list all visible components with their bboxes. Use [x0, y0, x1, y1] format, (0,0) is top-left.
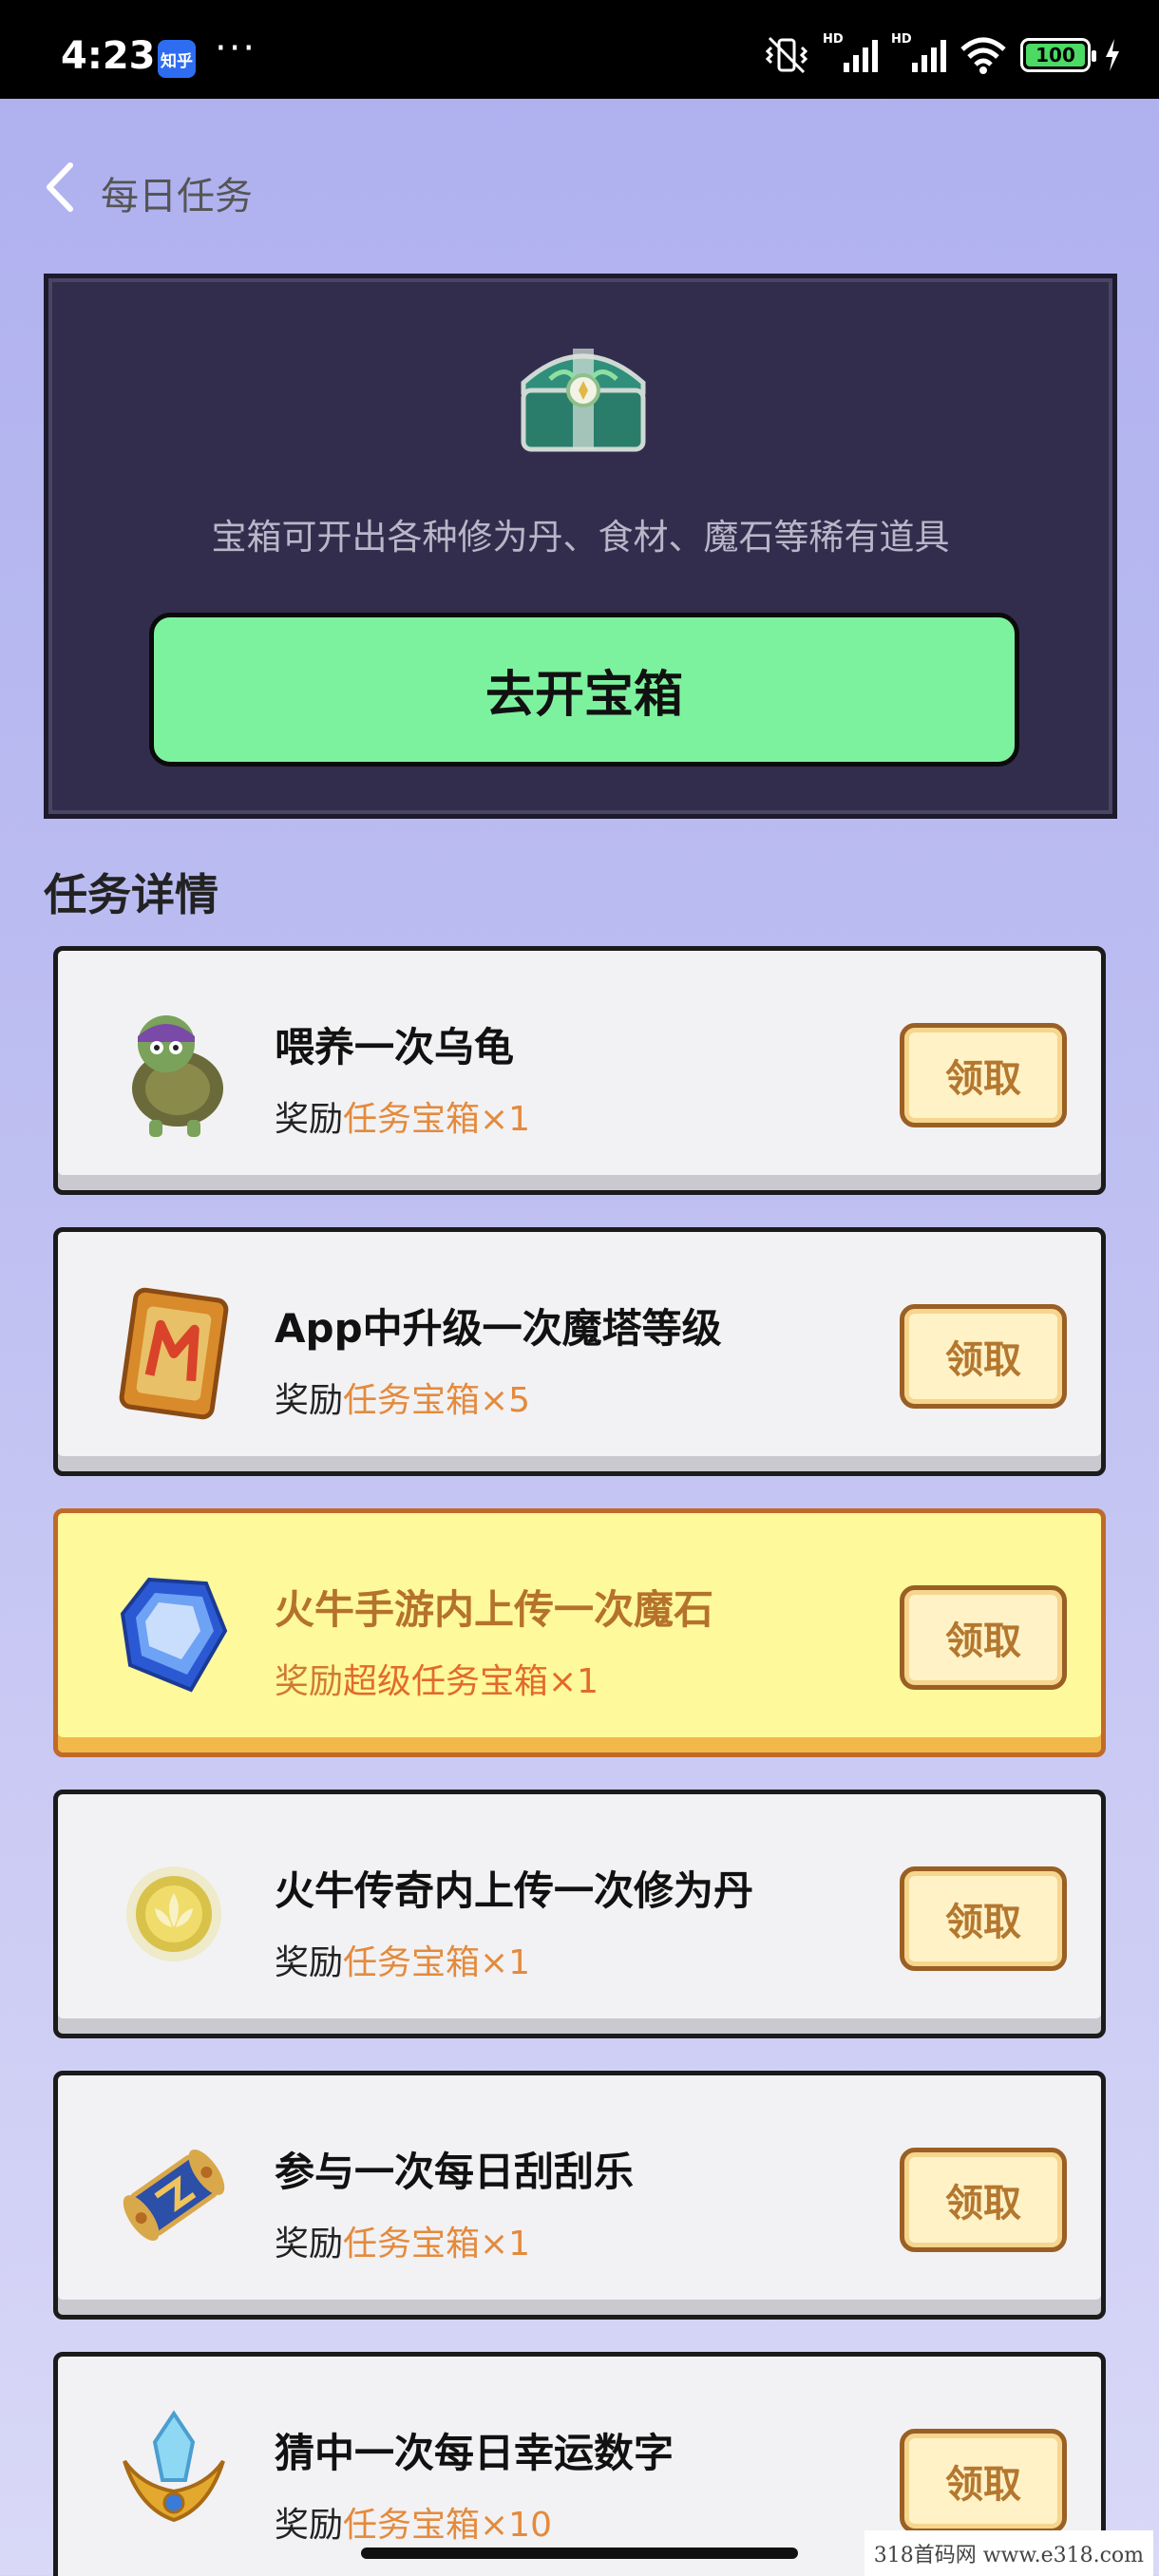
page-title: 每日任务 — [101, 175, 253, 218]
back-arrow-icon[interactable] — [42, 161, 76, 213]
claim-button[interactable]: 领取 — [900, 2429, 1067, 2533]
claim-button[interactable]: 领取 — [900, 2148, 1067, 2252]
task-card-highlighted: 火牛手游内上传一次魔石 奖励超级任务宝箱×1 领取 — [53, 1508, 1106, 1757]
section-title: 任务详情 — [44, 869, 218, 920]
task-reward: 奖励任务宝箱×10 — [275, 2506, 552, 2545]
status-time: 4:23 — [61, 34, 156, 78]
claim-button[interactable]: 领取 — [900, 1866, 1067, 1971]
chest-description: 宝箱可开出各种修为丹、食材、魔石等稀有道具 — [211, 517, 950, 558]
charging-icon — [1106, 39, 1119, 71]
task-reward: 奖励任务宝箱×5 — [275, 1381, 531, 1420]
vibrate-off-icon — [765, 36, 808, 74]
battery-icon: 100 — [1020, 38, 1096, 72]
task-title: 火牛手游内上传一次魔石 — [275, 1586, 714, 1633]
task-card: 火牛传奇内上传一次修为丹 奖励任务宝箱×1 领取 — [53, 1790, 1106, 2038]
claim-button[interactable]: 领取 — [900, 1023, 1067, 1127]
blue-gem-icon — [120, 1577, 228, 1693]
claim-button[interactable]: 领取 — [900, 1304, 1067, 1409]
task-reward: 奖励任务宝箱×1 — [275, 1100, 531, 1139]
task-card: App中升级一次魔塔等级 奖励任务宝箱×5 领取 — [53, 1227, 1106, 1476]
treasure-chest-panel: 宝箱可开出各种修为丹、食材、魔石等稀有道具 去开宝箱 — [44, 274, 1117, 819]
task-reward: 奖励任务宝箱×1 — [275, 1943, 531, 1982]
task-title: 猜中一次每日幸运数字 — [275, 2430, 674, 2476]
task-title: App中升级一次魔塔等级 — [275, 1305, 722, 1352]
claim-button[interactable]: 领取 — [900, 1585, 1067, 1690]
turtle-character-icon — [132, 1015, 223, 1137]
home-indicator[interactable] — [361, 2548, 798, 2559]
task-title: 喂养一次乌龟 — [275, 1024, 515, 1070]
signal-1-icon: HD — [823, 32, 878, 74]
open-chest-button[interactable]: 去开宝箱 — [149, 613, 1019, 767]
task-title: 火牛传奇内上传一次修为丹 — [275, 1867, 754, 1914]
battery-level: 100 — [1036, 44, 1075, 66]
treasure-chest-icon — [521, 349, 646, 452]
task-card: 参与一次每日刮刮乐 奖励任务宝箱×1 领取 — [53, 2071, 1106, 2320]
status-bar: 4:23 知乎 ··· HD HD 100 — [0, 0, 1159, 99]
signal-2-icon: HD — [891, 32, 946, 74]
watermark: 318首码网 www.e318.com — [864, 2530, 1153, 2576]
scroll-icon — [123, 2149, 225, 2242]
task-reward: 奖励超级任务宝箱×1 — [275, 1662, 599, 1701]
task-card: 喂养一次乌龟 奖励任务宝箱×1 领取 — [53, 946, 1106, 1195]
crystal-crown-icon — [123, 2410, 225, 2523]
task-reward: 奖励任务宝箱×1 — [275, 2225, 531, 2263]
status-icons: HD HD 100 — [764, 32, 1121, 76]
task-title: 参与一次每日刮刮乐 — [275, 2149, 635, 2195]
wifi-icon — [960, 37, 1006, 74]
more-notifications-icon: ··· — [215, 27, 257, 70]
zhihu-app-icon: 知乎 — [158, 40, 196, 78]
magic-tower-card-icon — [119, 1287, 229, 1420]
lotus-orb-icon — [126, 1866, 221, 1961]
